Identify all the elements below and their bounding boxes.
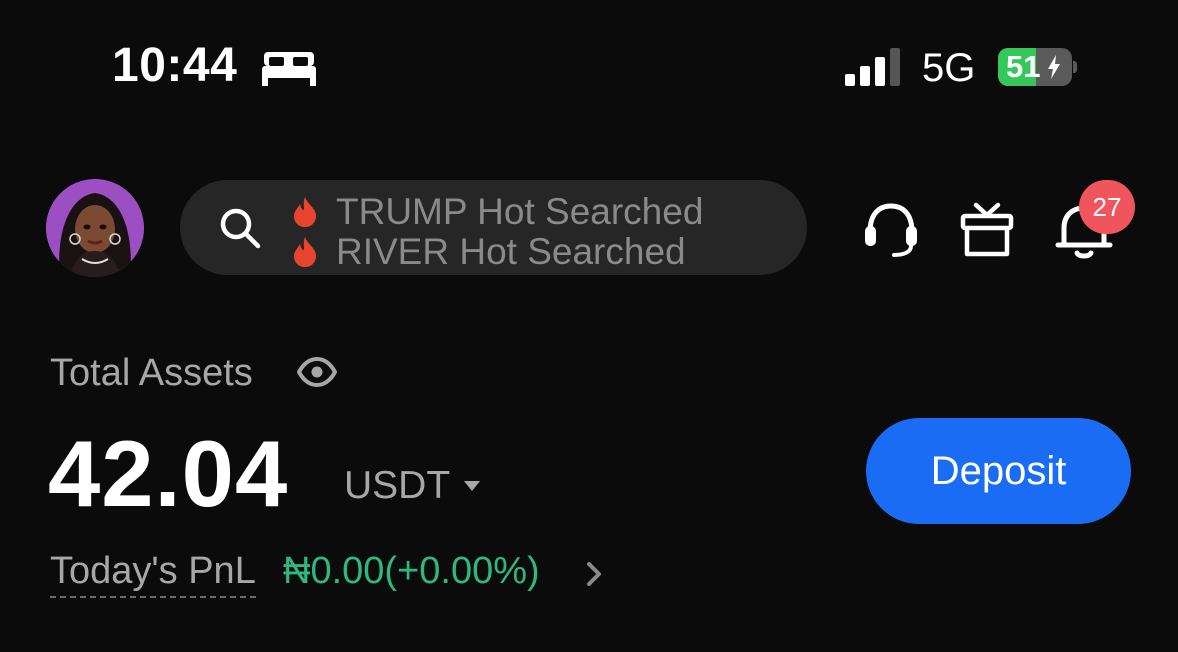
support-headset-icon[interactable] bbox=[862, 202, 920, 258]
battery-indicator: 51 bbox=[998, 48, 1077, 86]
pnl-value[interactable]: ₦0.00(+0.00%) bbox=[283, 548, 540, 594]
deposit-button[interactable]: Deposit bbox=[866, 418, 1131, 524]
fire-icon bbox=[294, 237, 316, 267]
status-time: 10:44 bbox=[112, 39, 238, 92]
total-assets-label: Total Assets bbox=[50, 352, 253, 394]
total-balance: 42.04 bbox=[48, 421, 289, 526]
battery-charging-icon bbox=[1048, 55, 1060, 79]
ticker-item: RIVER Hot Searched bbox=[292, 232, 686, 272]
eye-icon[interactable] bbox=[296, 356, 338, 388]
bed-icon bbox=[262, 52, 316, 86]
hot-search-ticker[interactable]: TRUMP Hot Searched RIVER Hot Searched bbox=[292, 180, 792, 275]
ticker-text: TRUMP Hot Searched bbox=[336, 191, 704, 232]
ticker-item: TRUMP Hot Searched bbox=[292, 192, 703, 232]
fire-icon bbox=[294, 197, 316, 227]
caret-down-icon[interactable] bbox=[462, 479, 482, 493]
currency-selector[interactable]: USDT bbox=[344, 462, 450, 510]
search-bar[interactable]: TRUMP Hot Searched RIVER Hot Searched bbox=[180, 180, 807, 275]
chevron-right-icon[interactable] bbox=[585, 560, 603, 588]
gift-icon[interactable] bbox=[958, 202, 1016, 258]
network-type: 5G bbox=[922, 46, 976, 90]
user-avatar[interactable] bbox=[46, 179, 144, 277]
ticker-text: RIVER Hot Searched bbox=[336, 231, 686, 272]
pnl-label[interactable]: Today's PnL bbox=[50, 548, 256, 598]
search-icon bbox=[220, 208, 261, 249]
cellular-signal-icon bbox=[845, 48, 900, 86]
notification-badge[interactable]: 27 bbox=[1079, 180, 1135, 234]
battery-percent: 51 bbox=[1006, 49, 1041, 84]
avatar-image bbox=[46, 179, 144, 277]
